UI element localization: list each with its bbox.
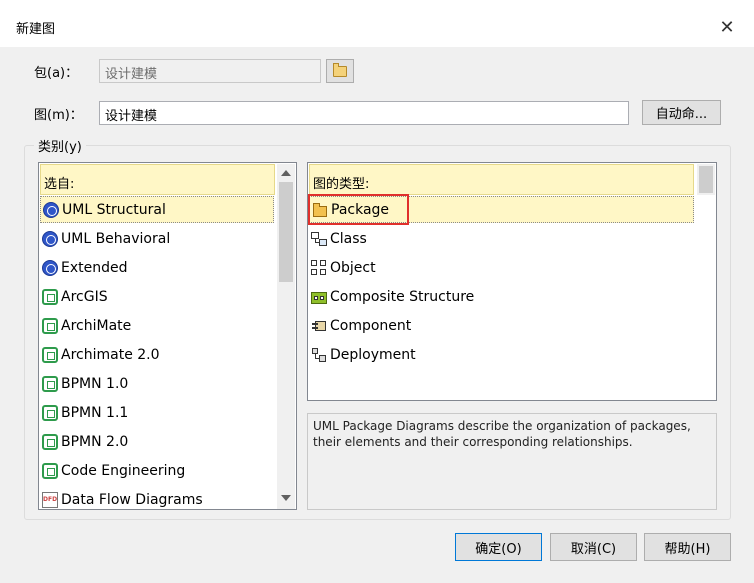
diagram-type-list-header: 图的类型:: [309, 164, 694, 195]
uml-circle-icon: [42, 259, 58, 276]
browse-package-button[interactable]: [326, 59, 354, 83]
scroll-down-icon[interactable]: [281, 495, 291, 501]
highlight-box: [308, 194, 409, 225]
technology-icon: [42, 433, 58, 450]
deployment-icon: [311, 347, 327, 363]
list-item[interactable]: DFD Data Flow Diagrams: [40, 486, 274, 509]
list-item[interactable]: UML Behavioral: [40, 225, 274, 252]
list-item-label: ArcGIS: [61, 288, 108, 305]
package-label: 包(a)：: [34, 66, 79, 81]
list-item-label: Deployment: [330, 346, 416, 363]
list-item-label: BPMN 1.1: [61, 404, 129, 421]
list-item-label: Extended: [61, 259, 128, 276]
dialog-title: 新建图: [16, 22, 56, 37]
diagram-name-label: 图(m)：: [34, 108, 83, 123]
list-item-label: BPMN 1.0: [61, 375, 129, 392]
list-item-label: Archimate 2.0: [61, 346, 160, 363]
list-item[interactable]: Code Engineering: [40, 457, 274, 484]
list-item-label: Data Flow Diagrams: [61, 491, 203, 508]
list-item-label: Code Engineering: [61, 462, 186, 479]
dfd-icon: DFD: [42, 491, 58, 508]
auto-name-button[interactable]: 自动命...: [642, 100, 721, 125]
class-icon: [311, 231, 327, 247]
list-item-label: Object: [330, 259, 376, 276]
dialog-titlebar: 新建图 ✕: [0, 0, 754, 48]
list-item[interactable]: Object: [309, 254, 694, 281]
list-item-label: UML Structural: [62, 201, 166, 218]
scroll-up-icon[interactable]: [281, 170, 291, 176]
list-item-label: UML Behavioral: [61, 230, 171, 247]
category-scrollbar[interactable]: [277, 164, 295, 509]
list-item[interactable]: BPMN 2.0: [40, 428, 274, 455]
list-item-label: Class: [330, 230, 367, 247]
close-icon[interactable]: ✕: [714, 14, 740, 40]
category-list-header: 选自:: [40, 164, 275, 195]
list-item[interactable]: BPMN 1.0: [40, 370, 274, 397]
list-item[interactable]: ArchiMate: [40, 312, 274, 339]
uml-circle-icon: [42, 230, 58, 247]
technology-icon: [42, 404, 58, 421]
list-item-label: Component: [330, 317, 412, 334]
technology-icon: [42, 317, 58, 334]
list-item[interactable]: BPMN 1.1: [40, 399, 274, 426]
list-item[interactable]: Class: [309, 225, 694, 252]
folder-icon: [333, 62, 347, 77]
technology-icon: [42, 288, 58, 305]
scroll-thumb[interactable]: [279, 182, 293, 282]
object-icon: [311, 259, 327, 276]
uml-circle-icon: [43, 201, 59, 218]
composite-structure-icon: [311, 289, 327, 305]
list-item[interactable]: ArcGIS: [40, 283, 274, 310]
list-item[interactable]: Composite Structure: [309, 283, 694, 310]
diagram-type-description: UML Package Diagrams describe the organi…: [307, 413, 717, 510]
component-icon: [311, 318, 327, 334]
list-item[interactable]: UML Structural: [40, 196, 274, 223]
list-item-label: ArchiMate: [61, 317, 132, 334]
package-field: 设计建模: [99, 59, 321, 83]
list-item[interactable]: Extended: [40, 254, 274, 281]
diagram-name-input[interactable]: 设计建模: [99, 101, 629, 125]
ok-button[interactable]: 确定(O): [455, 533, 542, 561]
list-item-label: BPMN 2.0: [61, 433, 129, 450]
technology-icon: [42, 462, 58, 479]
list-item[interactable]: Deployment: [309, 341, 694, 368]
technology-icon: [42, 346, 58, 363]
help-button[interactable]: 帮助(H): [644, 533, 731, 561]
category-group-label: 类别(y): [34, 136, 86, 155]
cancel-button[interactable]: 取消(C): [550, 533, 637, 561]
category-list[interactable]: 选自: UML Structural UML Behavioral Extend…: [38, 162, 297, 510]
list-item[interactable]: Component: [309, 312, 694, 339]
technology-icon: [42, 375, 58, 392]
list-item-label: Composite Structure: [330, 288, 475, 305]
diagram-type-scrollbar[interactable]: [697, 164, 715, 195]
list-item[interactable]: Archimate 2.0: [40, 341, 274, 368]
scroll-thumb[interactable]: [699, 166, 713, 193]
